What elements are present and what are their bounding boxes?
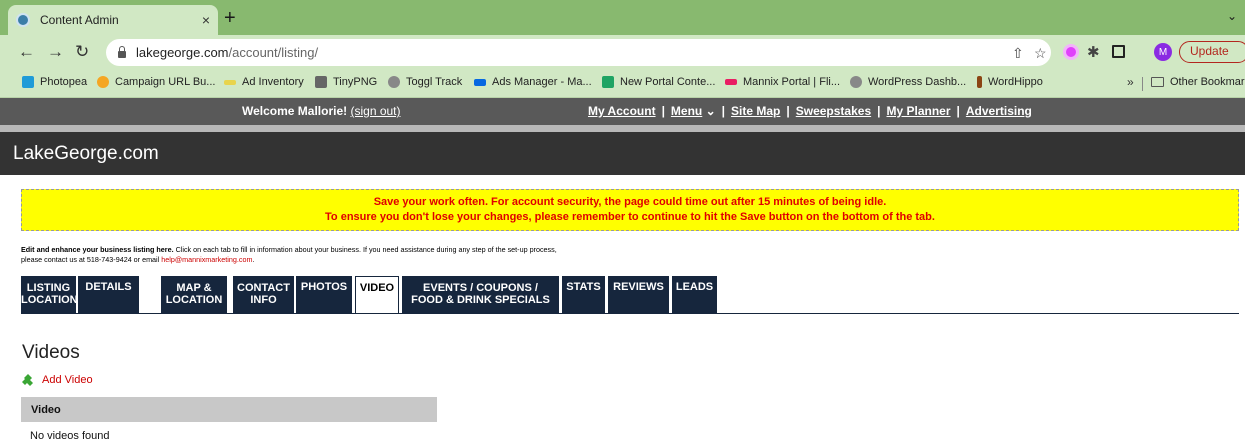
bookmark-item[interactable]: Campaign URL Bu... bbox=[97, 76, 215, 88]
share-icon[interactable]: ⇧ bbox=[1012, 45, 1024, 62]
reload-icon[interactable]: ↻ bbox=[75, 42, 89, 62]
meta-icon bbox=[474, 78, 486, 86]
wordhippo-icon bbox=[977, 76, 982, 88]
browser-tab-strip: Content Admin × + ⌄ bbox=[0, 0, 1245, 35]
close-icon[interactable]: × bbox=[202, 12, 210, 28]
bookmark-item[interactable]: WordHippo bbox=[977, 76, 1043, 88]
site-logo[interactable]: LakeGeorge.com bbox=[13, 143, 159, 165]
tab-leads[interactable]: LEADS bbox=[672, 276, 717, 313]
photopea-icon bbox=[22, 76, 34, 88]
lock-icon[interactable] bbox=[118, 45, 126, 58]
panda-icon bbox=[315, 76, 327, 88]
campaign-icon bbox=[97, 76, 109, 88]
bookmark-item[interactable]: Toggl Track bbox=[388, 76, 462, 88]
url-path: /account/listing/ bbox=[228, 45, 319, 60]
address-bar[interactable]: lakegeorge.com/account/listing/ ⇧ ☆ bbox=[106, 39, 1051, 66]
bookmark-item[interactable]: New Portal Conte... bbox=[602, 76, 715, 88]
tab-reviews[interactable]: REVIEWS bbox=[608, 276, 669, 313]
side-panel-icon[interactable] bbox=[1112, 45, 1125, 58]
add-video-button[interactable]: Add Video bbox=[22, 373, 93, 386]
forward-arrow-icon[interactable]: → bbox=[47, 42, 64, 62]
bookmark-star-icon[interactable]: ☆ bbox=[1034, 45, 1047, 62]
bookmark-item[interactable]: WordPress Dashb... bbox=[850, 76, 966, 88]
more-bookmarks-icon[interactable]: » bbox=[1127, 75, 1134, 89]
ad-inventory-icon bbox=[224, 79, 236, 85]
bookmark-item[interactable]: Ads Manager - Ma... bbox=[474, 76, 592, 88]
globe-icon bbox=[16, 13, 30, 27]
my-account-link[interactable]: My Account bbox=[588, 104, 656, 118]
other-bookmarks[interactable]: Other Bookmarks bbox=[1151, 76, 1245, 88]
sign-out-link[interactable]: (sign out) bbox=[350, 104, 400, 118]
divider bbox=[0, 125, 1245, 132]
top-navigation: My Account | Menu ⌄ | Site Map | Sweepstakes | M… bbox=[588, 104, 1032, 118]
welcome-bar: Welcome Mallorie! (sign out) My Account |… bbox=[0, 98, 1245, 125]
update-button[interactable]: Update bbox=[1179, 41, 1245, 63]
notice-line: Save your work often. For account securi… bbox=[373, 196, 887, 208]
new-tab-button[interactable]: + bbox=[224, 7, 236, 30]
menu-link[interactable]: Menu bbox=[671, 104, 702, 118]
bookmarks-bar: Photopea Campaign URL Bu... Ad Inventory… bbox=[0, 70, 1245, 98]
tab-listing-locations[interactable]: LISTING LOCATIONS bbox=[21, 276, 85, 313]
page-title: Videos bbox=[22, 342, 80, 363]
welcome-message: Welcome Mallorie! (sign out) bbox=[242, 104, 401, 118]
url-domain: lakegeorge.com bbox=[136, 45, 229, 60]
empty-state-message: No videos found bbox=[30, 430, 110, 442]
site-header: LakeGeorge.com bbox=[0, 132, 1245, 175]
bookmark-item[interactable]: Photopea bbox=[22, 76, 87, 88]
timeout-notice: Save your work often. For account securi… bbox=[21, 189, 1239, 231]
browser-tab-title: Content Admin bbox=[40, 13, 119, 27]
tab-video[interactable]: VIDEO bbox=[355, 276, 399, 314]
back-arrow-icon[interactable]: ← bbox=[18, 42, 35, 62]
wordpress-icon bbox=[850, 76, 862, 88]
tab-stats[interactable]: STATS bbox=[562, 276, 605, 313]
divider bbox=[21, 313, 1239, 314]
site-map-link[interactable]: Site Map bbox=[731, 104, 780, 118]
flickr-icon bbox=[725, 79, 737, 85]
puzzle-icon[interactable]: ✱ bbox=[1087, 43, 1100, 61]
plus-square-icon bbox=[602, 76, 614, 88]
tab-details[interactable]: DETAILS bbox=[78, 276, 139, 313]
profile-avatar[interactable]: M bbox=[1154, 43, 1172, 61]
bookmark-item[interactable]: Ad Inventory bbox=[224, 76, 304, 88]
tab-search-icon[interactable]: ⌄ bbox=[1227, 9, 1237, 23]
tab-photos[interactable]: PHOTOS bbox=[296, 276, 352, 313]
toggl-icon bbox=[388, 76, 400, 88]
tab-events-coupons-specials[interactable]: EVENTS / COUPONS / FOOD & DRINK SPECIALS bbox=[402, 276, 559, 313]
add-puzzle-icon bbox=[22, 374, 33, 386]
chevron-down-icon[interactable]: ⌄ bbox=[706, 104, 716, 118]
bookmark-item[interactable]: Mannix Portal | Fli... bbox=[725, 76, 840, 88]
advertising-link[interactable]: Advertising bbox=[966, 104, 1032, 118]
add-video-label: Add Video bbox=[42, 373, 93, 386]
divider bbox=[1142, 77, 1143, 91]
support-email-link[interactable]: help@mannixmarketing.com bbox=[161, 255, 252, 264]
my-planner-link[interactable]: My Planner bbox=[886, 104, 950, 118]
video-table-header: Video bbox=[21, 397, 437, 422]
tab-contact-info[interactable]: CONTACT INFO bbox=[233, 276, 294, 313]
browser-toolbar: ← → ↻ lakegeorge.com/account/listing/ ⇧ … bbox=[0, 35, 1245, 70]
notice-line: To ensure you don't lose your changes, p… bbox=[325, 211, 935, 223]
extension-icon[interactable] bbox=[1063, 44, 1079, 60]
sweepstakes-link[interactable]: Sweepstakes bbox=[796, 104, 871, 118]
intro-text: Edit and enhance your business listing h… bbox=[21, 245, 557, 264]
browser-tab[interactable]: Content Admin × bbox=[8, 5, 218, 35]
bookmark-item[interactable]: TinyPNG bbox=[315, 76, 377, 88]
tab-map-location[interactable]: MAP & LOCATION bbox=[161, 276, 227, 313]
folder-icon bbox=[1151, 77, 1164, 87]
